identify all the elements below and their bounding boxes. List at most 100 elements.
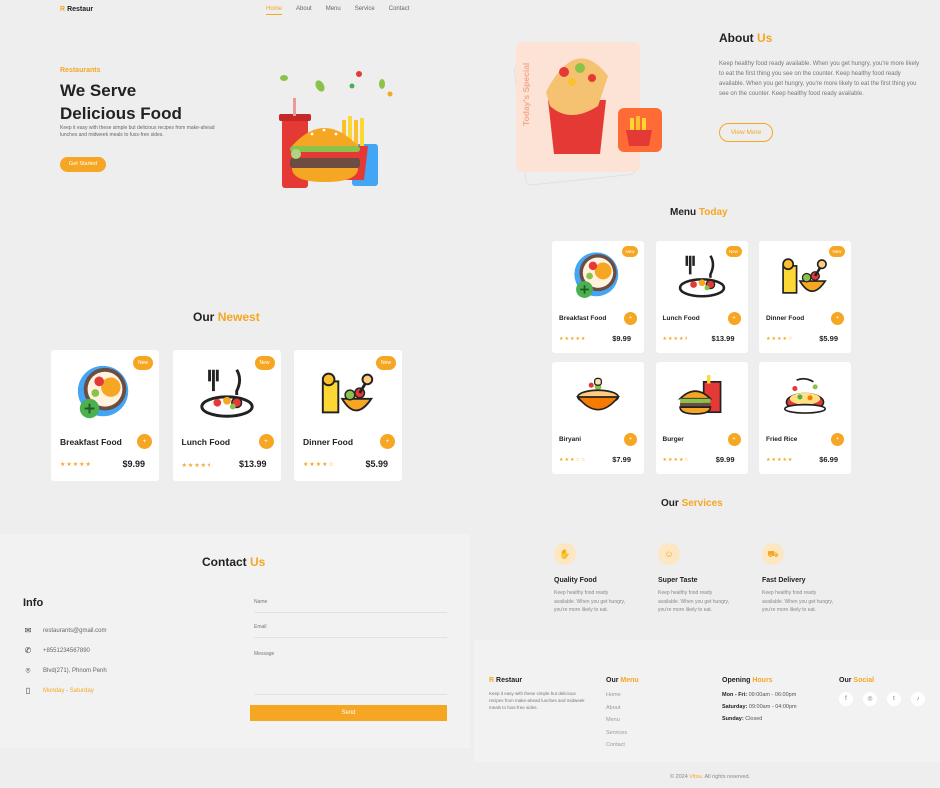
food-illustration [77,365,129,419]
service-super-taste: ☺ Super Taste Keep healthy food ready av… [658,543,730,615]
food-name: Dinner Food [303,437,354,447]
info-phone-text: +8551234567890 [43,647,90,654]
hours-weekday-value: 09:00am - 06:00pm [748,692,797,698]
price: $9.99 [122,459,145,469]
menu-card[interactable]: New Breakfast Food + ★★★★★ $9.99 [552,241,644,353]
social-links: f ◎ t ♪ [839,692,925,706]
footer-link-contact[interactable]: Contact [606,742,625,748]
service-text: Keep healthy food ready available. When … [762,590,834,613]
email-label: Email [254,624,267,630]
footer-social-title-prefix: Our [839,677,852,684]
food-illustration [321,372,374,414]
hours-saturday-value: 09:00am - 04:00pm [748,704,797,710]
twitter-icon[interactable]: t [887,692,901,706]
brand-logo[interactable]: R Restaur [60,6,93,13]
footer-brand[interactable]: R Restaur [489,677,522,684]
nav-home[interactable]: Home [266,6,283,15]
info-address-text: Blvd(271), Phnom Penh [43,668,107,674]
calendar-icon: ▯ [25,686,31,695]
hours-weekday: Mon - Fri: 09:00am - 06:00pm [722,691,817,700]
footer-link-about[interactable]: About [606,705,620,711]
food-name: Dinner Food [766,315,805,322]
name-input[interactable] [254,612,447,613]
add-to-cart-button[interactable]: + [624,433,637,446]
nav-about[interactable]: About [296,6,312,15]
add-to-cart-button[interactable]: + [727,433,741,446]
nav-service[interactable]: Service [355,6,375,15]
taste-icon: ☺ [658,543,680,565]
rating-stars: ★★★★★ [60,462,92,468]
hours-weekday-label: Mon - Fri: [722,692,748,698]
service-quality-food: ✋ Quality Food Keep healthy food ready a… [554,543,626,615]
menu-card[interactable]: New Dinner Food + ★★★★☆ $5.99 [759,241,851,353]
rating-stars: ★★★★☆ [766,336,794,342]
food-illustration [677,375,721,415]
nav-contact[interactable]: Contact [389,6,410,15]
footer-link-home[interactable]: Home [606,692,621,698]
menu-card[interactable]: New Lunch Food + ★★★★⯨ $13.99 [655,241,748,353]
price: $9.99 [612,334,631,343]
footer-menu-title-highlight: Menu [620,677,639,684]
newest-card[interactable]: New Dinner Food + ★★★★☆ $5.99 [294,350,402,481]
hours-sunday: Sunday: Closed [722,715,817,724]
name-label: Name [254,599,268,605]
hours-saturday: Saturday: 09:00am - 04:00pm [722,703,817,712]
instagram-icon[interactable]: ◎ [863,692,877,706]
phone-icon: ✆ [24,646,32,655]
todays-special-label: Today's Special [521,63,533,126]
copyright-brand: Vitou. [689,774,704,780]
send-button[interactable]: Send [250,705,447,721]
price: $13.99 [238,459,267,469]
rating-stars: ★★★★⯨ [662,336,689,342]
newest-card[interactable]: New Breakfast Food + ★★★★★ $9.99 [51,350,159,481]
food-illustration [782,258,827,294]
add-to-cart-button[interactable]: + [831,433,844,446]
add-to-cart-button[interactable]: + [137,434,152,449]
footer-link-menu[interactable]: Menu [606,717,620,723]
food-name: Biryani [559,436,582,443]
menu-card[interactable]: Fried Rice + ★★★★★ $6.99 [759,362,851,474]
footer-hours-title-prefix: Opening [722,677,751,684]
nav-menu[interactable]: Menu [326,6,341,15]
facebook-icon[interactable]: f [839,692,853,706]
add-to-cart-button[interactable]: + [258,434,274,449]
hand-icon: ✋ [554,543,576,565]
add-to-cart-button[interactable]: + [831,312,844,325]
newest-title: Our Newest [193,310,260,324]
email-input[interactable] [254,637,447,638]
footer-hours-title: Opening Hours [722,677,773,684]
footer-link-services[interactable]: Services [606,730,627,736]
food-illustration [575,377,621,411]
copyright-prefix: © 2024 [669,774,688,780]
footer-brand-name: Restaur [496,677,523,684]
about-title-prefix: About [719,31,754,45]
info-phone: ✆ +8551234567890 [23,646,90,655]
info-days: ▯ Monday - Saturday [23,686,94,695]
price: $5.99 [819,334,838,343]
rating-stars: ★★★★☆ [662,457,690,463]
newest-title-prefix: Our [193,310,215,324]
tiktok-icon[interactable]: ♪ [911,692,925,706]
burger-combo-illustration [279,71,393,188]
menu-card[interactable]: Burger + ★★★★☆ $9.99 [655,362,748,474]
service-text: Keep healthy food ready available. When … [554,590,626,613]
price: $13.99 [711,334,735,343]
hours-saturday-label: Saturday: [722,704,748,710]
price: $7.99 [612,455,631,464]
contact-title-prefix: Contact [202,555,247,569]
add-to-cart-button[interactable]: + [727,312,741,325]
service-title: Quality Food [554,577,597,584]
newest-card[interactable]: New Lunch Food + ★★★★⯨ $13.99 [172,350,281,481]
get-started-button[interactable]: Get Started [60,157,106,172]
service-title: Fast Delivery [762,577,806,584]
menu-card[interactable]: Biryani + ★★★☆☆ $7.99 [552,362,644,474]
price: $9.99 [715,455,735,464]
view-more-button[interactable]: View More [719,123,773,142]
footer-social-title-highlight: Social [853,677,875,684]
add-to-cart-button[interactable]: + [624,312,637,325]
add-to-cart-button[interactable]: + [380,434,395,449]
message-input[interactable] [254,694,447,695]
main-nav: Home About Menu Service Contact [266,6,409,15]
food-name: Burger [662,436,684,443]
service-fast-delivery: ⛟ Fast Delivery Keep healthy food ready … [762,543,834,615]
